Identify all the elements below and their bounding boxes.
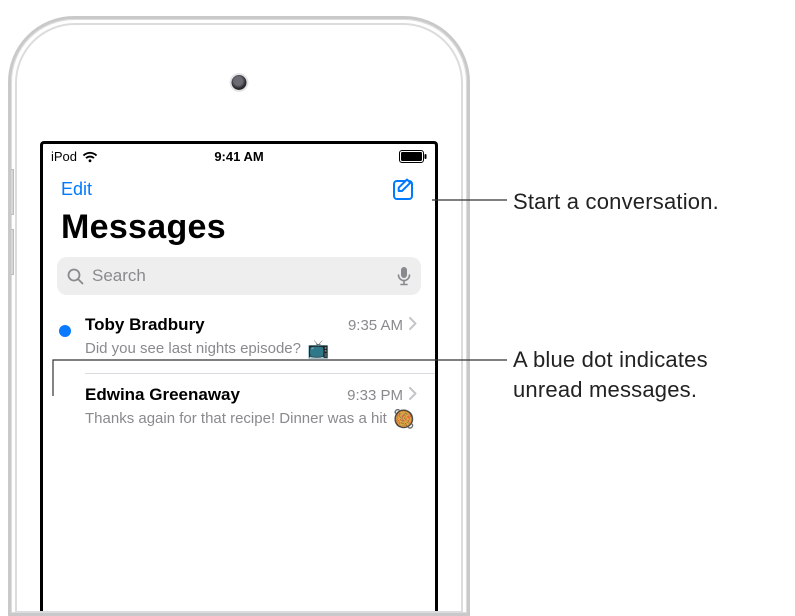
message-preview: Did you see last nights episode? 📺 (85, 337, 417, 361)
search-field[interactable]: Search (57, 257, 421, 295)
edit-button[interactable]: Edit (61, 179, 92, 200)
message-preview: Thanks again for that recipe! Dinner was… (85, 407, 417, 431)
nav-bar: Edit (43, 166, 435, 206)
conversation-list: Toby Bradbury 9:35 AM Did you see last n… (43, 303, 435, 444)
volume-up-button (8, 169, 14, 215)
unread-dot (59, 325, 71, 337)
status-bar: iPod 9:41 AM (43, 144, 435, 166)
wifi-icon (82, 151, 98, 163)
compose-button[interactable] (391, 176, 417, 202)
tv-emoji-icon: 📺 (307, 337, 329, 361)
timestamp: 9:35 AM (348, 317, 403, 334)
page-title: Messages (43, 206, 435, 257)
dictation-icon[interactable] (397, 266, 411, 286)
search-placeholder: Search (92, 266, 389, 286)
battery-icon (399, 150, 427, 163)
device-label: iPod (51, 149, 77, 164)
search-icon (67, 268, 84, 285)
screen: iPod 9:41 AM Edit (40, 141, 438, 611)
preview-text: Thanks again for that recipe! Dinner was… (85, 409, 387, 429)
chevron-right-icon (409, 387, 417, 400)
callout-compose: Start a conversation. (513, 187, 719, 217)
volume-down-button (8, 229, 14, 275)
conversation-row[interactable]: Toby Bradbury 9:35 AM Did you see last n… (43, 303, 435, 373)
callout-unread: A blue dot indicates unread messages. (513, 345, 783, 404)
preview-text: Did you see last nights episode? (85, 339, 301, 359)
contact-name: Toby Bradbury (85, 315, 348, 335)
conversation-row[interactable]: Edwina Greenaway 9:33 PM Thanks again fo… (43, 373, 435, 443)
device-frame: iPod 9:41 AM Edit (8, 16, 470, 616)
clock: 9:41 AM (131, 149, 347, 164)
front-camera (232, 75, 247, 90)
chevron-right-icon (409, 317, 417, 330)
paella-emoji-icon: 🥘 (393, 407, 415, 431)
timestamp: 9:33 PM (347, 387, 403, 404)
device-bezel: iPod 9:41 AM Edit (15, 23, 463, 613)
contact-name: Edwina Greenaway (85, 385, 347, 405)
